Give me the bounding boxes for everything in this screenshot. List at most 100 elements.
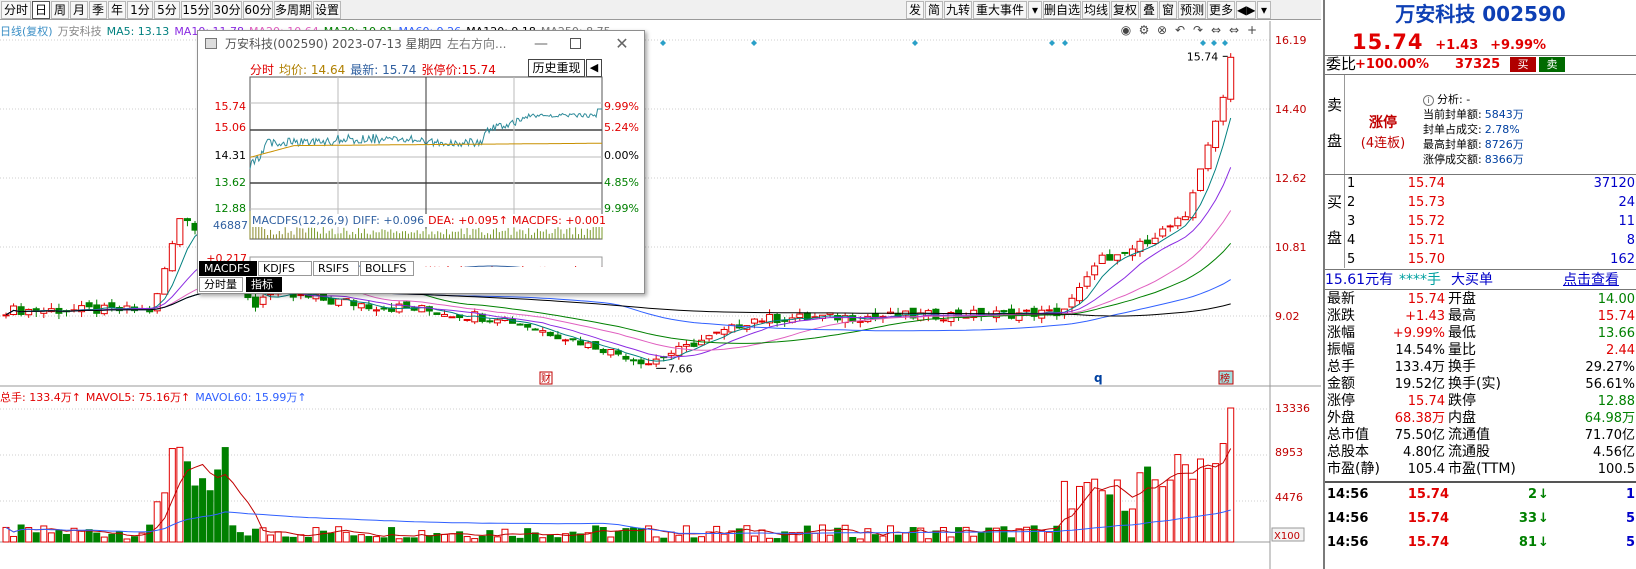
candle xyxy=(1181,216,1189,221)
candle xyxy=(1091,265,1099,276)
popup-pct-label: 9.99% xyxy=(604,100,639,113)
popup-titlebar[interactable]: 万安科技(002590) 2023-07-13 星期四 左右方向... — ✕ xyxy=(198,31,644,57)
tool-button[interactable]: 叠 xyxy=(1140,1,1158,19)
volume-bar xyxy=(766,537,774,543)
volume-unit-label: X100 xyxy=(1274,531,1300,542)
tool-button[interactable]: 复权 xyxy=(1111,1,1139,19)
bid-price: 15.73 xyxy=(1407,195,1445,210)
minimize-icon[interactable]: — xyxy=(531,31,551,57)
indicator-tab[interactable]: BOLLFS xyxy=(360,261,414,276)
bid-level: 5 xyxy=(1347,252,1356,267)
period-button[interactable]: 30分 xyxy=(212,1,242,19)
period-button[interactable]: 5分 xyxy=(154,1,180,19)
tool-button[interactable]: 重大事件 xyxy=(973,1,1027,19)
tool-button[interactable]: 简 xyxy=(925,1,943,19)
volume-bar xyxy=(539,537,547,543)
eye-icon[interactable]: ◉ xyxy=(1117,23,1135,37)
candle xyxy=(713,331,721,334)
tool-button[interactable]: 删自选 xyxy=(1043,1,1081,19)
volume-bar xyxy=(955,527,963,543)
volume-bar xyxy=(1045,531,1053,543)
candle xyxy=(1076,287,1084,302)
period-button[interactable]: 月 xyxy=(70,1,88,19)
volume-bar xyxy=(131,536,139,543)
tool-button[interactable]: ▾ xyxy=(1257,1,1271,19)
tool-button[interactable]: 发 xyxy=(906,1,924,19)
period-button[interactable]: 1分 xyxy=(127,1,153,19)
candle xyxy=(403,301,411,309)
stat-label: 总市值 xyxy=(1327,427,1369,443)
analysis-row: 封单占成交: 2.78% xyxy=(1423,122,1524,137)
maximize-icon[interactable] xyxy=(570,38,581,49)
period-button[interactable]: 设置 xyxy=(313,1,341,19)
candle xyxy=(183,218,191,222)
popup-bottom-tab[interactable]: 指标 xyxy=(246,277,282,292)
volume-bar xyxy=(2,526,10,543)
bid-row: 2 15.73 24 xyxy=(1325,194,1636,211)
indicator-tab[interactable]: KDJFS xyxy=(258,261,312,276)
tool-button[interactable]: ▾ xyxy=(1028,1,1042,19)
candle xyxy=(259,296,267,305)
tool-button[interactable]: 窗 xyxy=(1159,1,1177,19)
close-icon[interactable]: ✕ xyxy=(612,31,632,57)
bid-level: 2 xyxy=(1347,195,1356,210)
period-button[interactable]: 多周期 xyxy=(274,1,312,19)
tool-button[interactable]: 均线 xyxy=(1082,1,1110,19)
indicator-tab[interactable]: RSIFS xyxy=(313,261,359,276)
popup-price-label: 12.88 xyxy=(215,202,247,215)
volume-bar xyxy=(1106,494,1114,543)
buy-button[interactable]: 买 xyxy=(1510,57,1536,72)
tool-button[interactable]: 九转 xyxy=(944,1,972,19)
volume-bar xyxy=(592,525,600,543)
volume-bar xyxy=(1212,463,1220,543)
arrow-icon[interactable]: ⇔ xyxy=(1225,23,1243,37)
tick-count: 1 xyxy=(1625,487,1635,502)
volume-axis-label: 8953 xyxy=(1275,446,1303,459)
candle xyxy=(796,313,804,319)
stat-value: 75.50亿 xyxy=(1394,428,1445,443)
undo-icon[interactable]: ↶ xyxy=(1171,23,1189,37)
period-button[interactable]: 60分 xyxy=(243,1,273,19)
volume-bar xyxy=(410,537,418,543)
candle xyxy=(1106,254,1114,261)
plus-icon[interactable]: + xyxy=(1243,23,1261,37)
period-button[interactable]: 15分 xyxy=(181,1,211,19)
period-button[interactable]: 季 xyxy=(89,1,107,19)
tool-button[interactable]: 预测 xyxy=(1178,1,1206,19)
period-button[interactable]: 周 xyxy=(51,1,69,19)
period-button[interactable]: 日 xyxy=(32,1,50,19)
tick-volume: 81 xyxy=(1518,535,1537,550)
volume-bar xyxy=(720,533,728,543)
stat-value: 15.74 xyxy=(1597,309,1635,324)
tool-button[interactable]: ◀▶ xyxy=(1236,1,1256,19)
sell-button[interactable]: 卖 xyxy=(1539,57,1565,72)
tool-button[interactable]: 更多 xyxy=(1207,1,1235,19)
gear-icon[interactable]: ⚙ xyxy=(1135,23,1153,37)
volume-bar xyxy=(773,538,781,543)
redo-icon[interactable]: ↷ xyxy=(1189,23,1207,37)
stat-value: +1.43 xyxy=(1405,309,1445,324)
info-icon[interactable]: i xyxy=(1423,95,1434,106)
bid-price: 15.70 xyxy=(1407,252,1445,267)
volume-bar xyxy=(493,536,501,543)
close-circle-icon[interactable]: ⊗ xyxy=(1153,23,1171,37)
stat-label: 振幅 xyxy=(1327,342,1355,358)
analysis-row-label: 最高封单额: xyxy=(1423,138,1482,151)
volume-bar xyxy=(471,538,479,543)
popup-price-label: 15.74 xyxy=(215,100,247,113)
weicha-value: 37325 xyxy=(1455,57,1501,72)
volume-bar xyxy=(607,536,615,543)
event-marker-icon xyxy=(912,40,918,46)
intraday-chart-svg[interactable]: 15.74 15.06 14.31 13.62 12.88 9.99% 5.24% 0.00%… xyxy=(198,57,644,267)
indicator-tab[interactable]: MACDFS xyxy=(199,261,257,276)
period-button[interactable]: 分时 xyxy=(1,1,31,19)
period-button[interactable]: 年 xyxy=(108,1,126,19)
arrow-icon[interactable]: ⇔ xyxy=(1207,23,1225,37)
volume-bar xyxy=(803,525,811,543)
candle xyxy=(781,319,789,322)
intraday-popup-window[interactable]: 万安科技(002590) 2023-07-13 星期四 左右方向... — ✕ … xyxy=(197,30,645,294)
promo-link[interactable]: 点击查看 xyxy=(1563,272,1619,289)
stats-row: 振幅 14.54% 量比 2.44 xyxy=(1325,342,1636,359)
tick-row: 14:56 15.74 33 ↓ 5 xyxy=(1325,510,1636,527)
popup-bottom-tab[interactable]: 分时量 xyxy=(199,277,243,292)
